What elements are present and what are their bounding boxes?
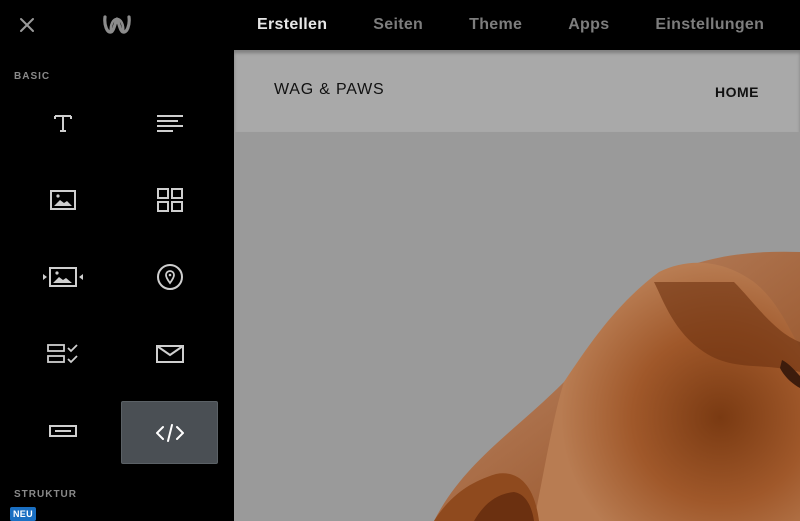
element-image[interactable] xyxy=(14,168,111,231)
map-icon xyxy=(156,263,183,290)
site-preview[interactable]: WAG & PAWS HOME xyxy=(234,50,800,521)
newsletter-icon xyxy=(155,344,184,363)
embed-code-icon xyxy=(155,423,184,442)
close-icon xyxy=(20,18,34,32)
element-embed-code[interactable] xyxy=(121,401,218,464)
element-title[interactable] xyxy=(14,91,111,154)
button-icon xyxy=(48,424,77,437)
site-title[interactable]: WAG & PAWS xyxy=(274,81,385,99)
section-label-structure: STRUKTUR xyxy=(14,489,77,500)
section-label-basic: BASIC xyxy=(14,71,51,82)
close-button[interactable] xyxy=(14,12,40,38)
tab-einstellungen[interactable]: Einstellungen xyxy=(655,16,764,34)
text-icon xyxy=(156,114,183,132)
site-header: WAG & PAWS HOME xyxy=(234,50,800,132)
tab-erstellen[interactable]: Erstellen xyxy=(257,16,327,34)
slideshow-icon xyxy=(42,266,83,287)
element-sidebar: BASIC STRUKTUR NEU xyxy=(0,50,234,521)
top-bar: Erstellen Seiten Theme Apps Einstellunge… xyxy=(0,0,800,50)
element-newsletter[interactable] xyxy=(121,322,218,385)
element-button[interactable] xyxy=(14,399,111,462)
site-nav-home[interactable]: HOME xyxy=(715,84,759,100)
tab-apps[interactable]: Apps xyxy=(568,16,609,34)
element-gallery[interactable] xyxy=(121,168,218,231)
element-map[interactable] xyxy=(121,245,218,308)
main-nav: Erstellen Seiten Theme Apps Einstellunge… xyxy=(234,0,787,50)
element-slideshow[interactable] xyxy=(14,245,111,308)
image-icon xyxy=(49,189,76,210)
tab-seiten[interactable]: Seiten xyxy=(373,16,423,34)
tab-theme[interactable]: Theme xyxy=(469,16,522,34)
weebly-w-logo-icon[interactable] xyxy=(101,11,133,39)
element-text[interactable] xyxy=(121,91,218,154)
new-badge: NEU xyxy=(10,507,36,521)
element-contact-form[interactable] xyxy=(14,322,111,385)
gallery-icon xyxy=(156,187,183,212)
contact-form-icon xyxy=(46,343,78,363)
dog-photo xyxy=(434,251,800,521)
title-icon xyxy=(53,114,72,132)
